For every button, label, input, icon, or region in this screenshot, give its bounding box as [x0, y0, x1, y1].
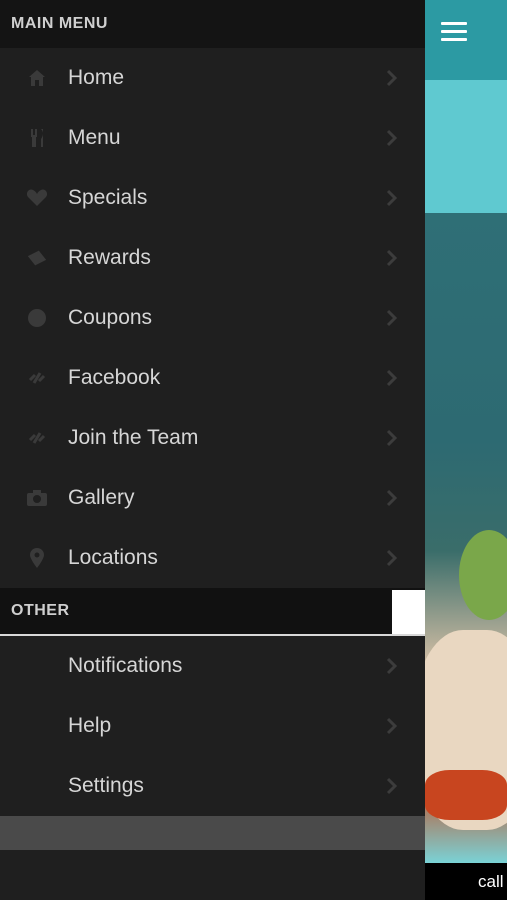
chevron-right-icon	[383, 657, 401, 675]
food-image-sauce	[425, 770, 507, 820]
menu-item-coupons[interactable]: Coupons	[0, 288, 425, 348]
menu-item-specials[interactable]: Specials	[0, 168, 425, 228]
home-icon	[26, 67, 48, 89]
heart-icon	[26, 187, 48, 209]
promo-banner	[425, 80, 507, 213]
map-pin-icon	[26, 547, 48, 569]
menu-item-label: Specials	[68, 186, 148, 209]
menu-item-notifications[interactable]: Notifications	[0, 636, 425, 696]
menu-item-join-the-team[interactable]: Join the Team	[0, 408, 425, 468]
hamburger-menu-icon[interactable]	[441, 22, 467, 46]
chevron-right-icon	[383, 129, 401, 147]
menu-item-menu[interactable]: Menu	[0, 108, 425, 168]
ticket-icon	[26, 247, 48, 269]
menu-item-gallery[interactable]: Gallery	[0, 468, 425, 528]
menu-item-label: Rewards	[68, 246, 151, 269]
chevron-right-icon	[383, 717, 401, 735]
chevron-right-icon	[383, 549, 401, 567]
other-section-header: OTHER	[0, 588, 425, 636]
other-header-label: OTHER	[11, 602, 70, 619]
menu-item-settings[interactable]: Settings	[0, 756, 425, 816]
menu-item-facebook[interactable]: Facebook	[0, 348, 425, 408]
coupon-circle-icon	[26, 307, 48, 329]
menu-item-label: Join the Team	[68, 426, 199, 449]
menu-item-help[interactable]: Help	[0, 696, 425, 756]
chevron-right-icon	[383, 309, 401, 327]
chevron-right-icon	[383, 369, 401, 387]
link-icon	[26, 367, 48, 389]
chevron-right-icon	[383, 69, 401, 87]
header-tab-indicator	[392, 590, 425, 634]
utensils-icon	[26, 127, 48, 149]
main-menu-header: MAIN MENU	[0, 0, 425, 48]
call-button-label[interactable]: call	[478, 872, 504, 892]
menu-item-label: Gallery	[68, 486, 135, 509]
menu-item-rewards[interactable]: Rewards	[0, 228, 425, 288]
menu-item-locations[interactable]: Locations	[0, 528, 425, 588]
navigation-drawer: MAIN MENU Home Menu Specials Rewards Cou…	[0, 0, 425, 900]
menu-item-label: Facebook	[68, 366, 161, 389]
chevron-right-icon	[383, 489, 401, 507]
chevron-right-icon	[383, 777, 401, 795]
menu-item-label: Home	[68, 66, 125, 89]
menu-item-home[interactable]: Home	[0, 48, 425, 108]
chevron-right-icon	[383, 429, 401, 447]
main-content-panel[interactable]: call	[425, 0, 507, 900]
menu-item-label: Locations	[68, 546, 158, 569]
chevron-right-icon	[383, 189, 401, 207]
menu-item-label: Notifications	[68, 654, 183, 677]
drawer-footer-bar	[0, 816, 425, 850]
menu-item-label: Settings	[68, 774, 144, 797]
chevron-right-icon	[383, 249, 401, 267]
camera-icon	[26, 487, 48, 509]
menu-item-label: Coupons	[68, 306, 153, 329]
link-icon	[26, 427, 48, 449]
menu-item-label: Menu	[68, 126, 121, 149]
menu-item-label: Help	[68, 714, 112, 737]
